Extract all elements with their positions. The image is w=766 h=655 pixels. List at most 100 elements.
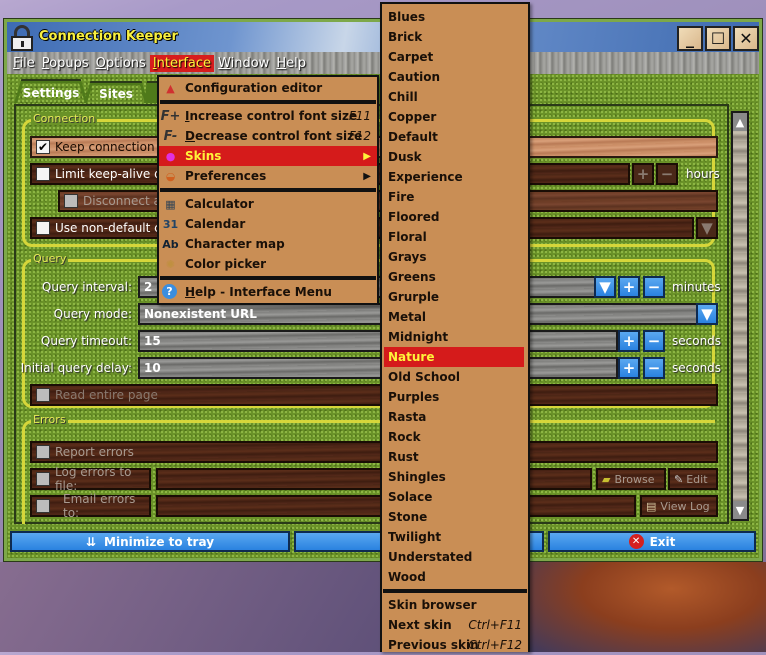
skin-item-wood[interactable]: Wood (382, 567, 528, 587)
skin-item-floral[interactable]: Floral (382, 227, 528, 247)
skin-item-default[interactable]: Default (382, 127, 528, 147)
increase-button[interactable]: + (618, 357, 640, 379)
menu-options[interactable]: Options (93, 55, 149, 72)
shortcut-label: F11 (348, 109, 371, 123)
skin-item-experience[interactable]: Experience (382, 167, 528, 187)
menu-item-label: Character map (185, 237, 285, 251)
skin-item-shingles[interactable]: Shingles (382, 467, 528, 487)
skin-item-rust[interactable]: Rust (382, 447, 528, 467)
query-timeout-input[interactable]: 15 (138, 330, 618, 352)
query-interval-dropdown[interactable]: ▼ (594, 276, 616, 298)
arrow-up-icon: ▲ (735, 115, 745, 129)
tab-settings[interactable]: Settings (14, 79, 88, 103)
group-label: Query (31, 252, 69, 265)
skin-item-grays[interactable]: Grays (382, 247, 528, 267)
menu-item-configuration-editor[interactable]: ▲ Configuration editor (159, 78, 377, 98)
menu-item-calendar[interactable]: 31 Calendar (159, 214, 377, 234)
initial-delay-input[interactable]: 10 (138, 357, 618, 379)
skin-item-brick[interactable]: Brick (382, 27, 528, 47)
menu-file[interactable]: File (10, 55, 38, 72)
menu-item-decrease-control-font-size[interactable]: F- Decrease control font size F12 (159, 126, 377, 146)
skin-item-rasta[interactable]: Rasta (382, 407, 528, 427)
email-errors-checkbox[interactable]: Email errors to: (30, 492, 151, 520)
increase-button[interactable]: + (618, 276, 640, 298)
decrease-button[interactable]: − (643, 330, 665, 352)
log-errors-checkbox[interactable]: Log errors to file: (30, 465, 151, 493)
skin-item-floored[interactable]: Floored (382, 207, 528, 227)
skin-action-next-skin[interactable]: Next skin Ctrl+F11 (382, 615, 528, 635)
maximize-button[interactable]: ☐ (705, 26, 731, 51)
menu-item-color-picker[interactable]: ✺ Color picker (159, 254, 377, 274)
skin-item-understated[interactable]: Understated (382, 547, 528, 567)
menu-item-label: Skin browser (388, 598, 477, 612)
checkbox-box (36, 499, 50, 513)
report-errors-checkbox[interactable]: Report errors (30, 441, 718, 463)
decrease-button[interactable]: − (643, 357, 665, 379)
input-value: 10 (144, 361, 161, 375)
query-mode-dropdown[interactable]: ▼ (696, 303, 718, 325)
increase-button[interactable]: + (632, 163, 654, 185)
plus-icon: + (622, 278, 636, 296)
read-entire-page-checkbox[interactable]: Read entire page (30, 384, 718, 406)
vertical-scrollbar[interactable]: ▲ ▼ (731, 111, 749, 521)
menu-item-label: Configuration editor (185, 81, 323, 95)
button-label: Browse (614, 472, 655, 486)
skin-item-copper[interactable]: Copper (382, 107, 528, 127)
skin-item-rock[interactable]: Rock (382, 427, 528, 447)
checkbox-box (36, 445, 50, 459)
edit-button[interactable]: ✎ Edit (668, 468, 718, 490)
button-label: View Log (660, 499, 710, 513)
decrease-button[interactable]: − (643, 276, 665, 298)
browse-button[interactable]: ▰ Browse (596, 468, 666, 490)
minus-icon: − (647, 278, 661, 296)
skin-item-metal[interactable]: Metal (382, 307, 528, 327)
view-log-button[interactable]: ▤ View Log (640, 495, 718, 517)
menu-item-label: Increase control font size (185, 109, 358, 123)
skin-item-dusk[interactable]: Dusk (382, 147, 528, 167)
skin-item-midnight[interactable]: Midnight (382, 327, 528, 347)
increase-button[interactable]: + (618, 330, 640, 352)
skin-item-grurple[interactable]: Grurple (382, 287, 528, 307)
skin-item-purples[interactable]: Purples (382, 387, 528, 407)
skin-item-nature[interactable]: Nature (384, 347, 524, 367)
menu-popups[interactable]: Popups (39, 55, 92, 72)
minimize-to-tray-button[interactable]: ⇊ Minimize to tray (10, 531, 290, 552)
skin-item-carpet[interactable]: Carpet (382, 47, 528, 67)
connection-dropdown-button[interactable]: ▼ (696, 217, 718, 239)
skin-item-chill[interactable]: Chill (382, 87, 528, 107)
skin-item-stone[interactable]: Stone (382, 507, 528, 527)
skin-item-twilight[interactable]: Twilight (382, 527, 528, 547)
skin-action-skin-browser[interactable]: Skin browser (382, 595, 528, 615)
close-button[interactable]: ✕ (733, 26, 759, 51)
font-increase-icon: F+ (160, 108, 181, 124)
plus-icon: + (636, 165, 650, 183)
skin-item-old-school[interactable]: Old School (382, 367, 528, 387)
checkbox-label: Log errors to file: (55, 465, 132, 493)
decrease-button[interactable]: − (656, 163, 678, 185)
menu-help[interactable]: Help (273, 55, 309, 72)
exit-button[interactable]: ✕ Exit (548, 531, 756, 552)
button-label: Edit (686, 472, 708, 486)
menu-item-label: Decrease control font size (185, 129, 363, 143)
menu-item-increase-control-font-size[interactable]: F+ Increase control font size F11 (159, 106, 377, 126)
scroll-up-button[interactable]: ▲ (733, 113, 747, 131)
skin-item-fire[interactable]: Fire (382, 187, 528, 207)
scroll-down-button[interactable]: ▼ (733, 501, 747, 519)
skin-item-blues[interactable]: Blues (382, 7, 528, 27)
submenu-arrow-icon: ▶ (363, 150, 371, 162)
menu-item-character-map[interactable]: Ab Character map (159, 234, 377, 254)
skin-item-caution[interactable]: Caution (382, 67, 528, 87)
menu-item-preferences[interactable]: ◒ Preferences ▶ (159, 166, 377, 186)
skin-item-greens[interactable]: Greens (382, 267, 528, 287)
minimize-button[interactable]: _ (677, 26, 703, 51)
tab-sites[interactable]: Sites (84, 81, 148, 103)
menu-item-calculator[interactable]: ▦ Calculator (159, 194, 377, 214)
exit-icon: ✕ (628, 534, 644, 549)
skin-item-solace[interactable]: Solace (382, 487, 528, 507)
menu-window[interactable]: Window (215, 55, 272, 72)
skin-action-previous-skin[interactable]: Previous skin Ctrl+F12 (382, 635, 528, 655)
menu-item-help-interface-menu[interactable]: ? Help - Interface Menu (159, 282, 377, 302)
menu-separator (383, 589, 527, 593)
menu-interface[interactable]: Interface (149, 54, 215, 72)
menu-item-skins[interactable]: ● Skins ▶ (159, 146, 377, 166)
